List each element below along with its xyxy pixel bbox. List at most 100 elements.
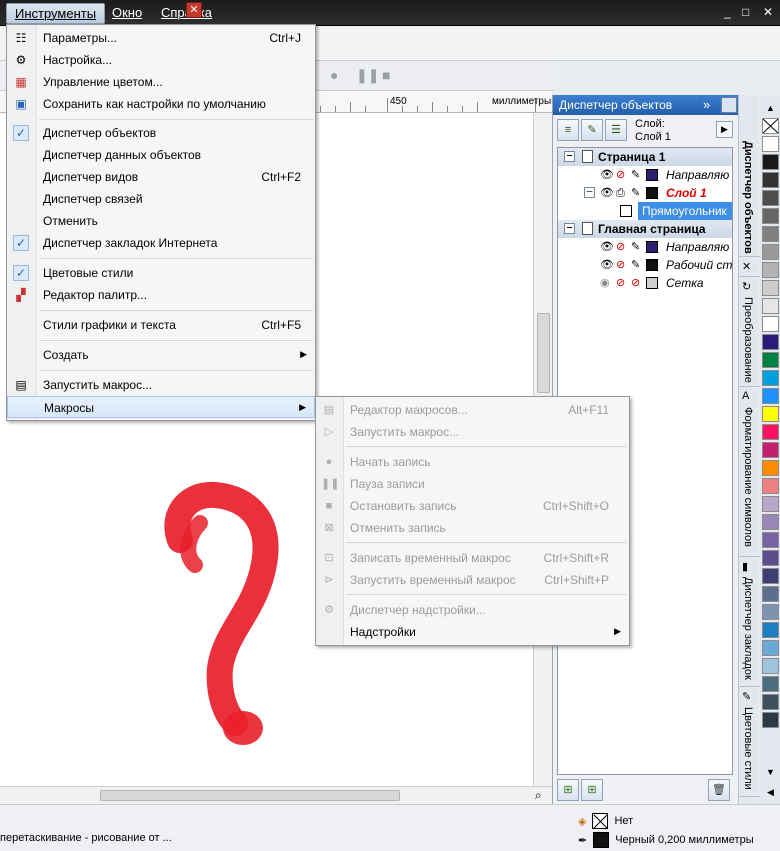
menu-item-addon-manager[interactable]: ⚙ Диспетчер надстройки...: [316, 599, 629, 621]
palette-swatch[interactable]: [762, 712, 779, 728]
palette-swatch[interactable]: [762, 622, 779, 638]
edit-across-layers-button[interactable]: ✎: [581, 119, 603, 141]
menu-item-color-styles[interactable]: ✓ Цветовые стили: [7, 262, 315, 284]
delete-icon[interactable]: 🗑: [708, 779, 730, 801]
tree-page[interactable]: – Страница 1: [558, 148, 732, 166]
menu-item-addons[interactable]: Надстройки ▶: [316, 621, 629, 643]
palette-swatch[interactable]: [762, 298, 779, 314]
menu-item-link-manager[interactable]: Диспетчер связей: [7, 188, 315, 210]
eye-icon[interactable]: 👁: [600, 239, 614, 255]
new-master-layer-button[interactable]: ⊞: [581, 779, 603, 801]
layer-color[interactable]: [646, 259, 658, 271]
palette-swatch[interactable]: [762, 334, 779, 350]
no-print-icon[interactable]: ⊘: [616, 257, 625, 273]
palette-swatch[interactable]: [762, 136, 779, 152]
palette-scroll-up-icon[interactable]: ▲: [762, 101, 779, 115]
layer-color[interactable]: [646, 169, 658, 181]
palette-swatch[interactable]: [762, 262, 779, 278]
menu-item-object-manager[interactable]: ✓ Диспетчер объектов: [7, 122, 315, 144]
palette-swatch[interactable]: [762, 478, 779, 494]
palette-swatch[interactable]: [762, 406, 779, 422]
tab-color-styles[interactable]: ✎ Цветовые стили: [739, 687, 760, 797]
menu-item-pause-recording[interactable]: ❚❚ Пауза записи: [316, 473, 629, 495]
tree-layer[interactable]: 👁 ⊘ ✎ Направляю: [558, 166, 732, 184]
menu-item-macro-editor[interactable]: ▤ Редактор макросов... Alt+F11: [316, 399, 629, 421]
scroll-thumb[interactable]: [537, 313, 550, 393]
palette-swatch[interactable]: [762, 352, 779, 368]
palette-scroll-down-icon[interactable]: ▼: [762, 765, 779, 779]
palette-swatch[interactable]: [762, 694, 779, 710]
menu-window[interactable]: Окно: [112, 5, 142, 20]
menu-item-run-macro[interactable]: ▤ Запустить макрос...: [7, 374, 315, 396]
palette-flyout-icon[interactable]: ◀: [762, 785, 779, 799]
tab-bookmark-manager[interactable]: ▮ Диспетчер закладок: [739, 557, 760, 687]
menu-item-cancel-recording[interactable]: ⊠ Отменить запись: [316, 517, 629, 539]
palette-swatch[interactable]: [762, 442, 779, 458]
palette-swatch[interactable]: [762, 658, 779, 674]
palette-swatch[interactable]: [762, 208, 779, 224]
palette-swatch[interactable]: [762, 244, 779, 260]
record-icon[interactable]: ●: [330, 67, 338, 83]
palette-swatch[interactable]: [762, 316, 779, 332]
pencil-icon[interactable]: ✎: [631, 257, 640, 273]
layer-color[interactable]: [646, 277, 658, 289]
menu-item-stop-recording[interactable]: ■ Остановить запись Ctrl+Shift+O: [316, 495, 629, 517]
menu-tools[interactable]: Инструменты: [6, 3, 106, 24]
collapse-toggle[interactable]: –: [564, 223, 575, 234]
palette-swatch[interactable]: [762, 640, 779, 656]
pencil-icon[interactable]: ✎: [631, 167, 640, 183]
tab-transform[interactable]: ↻ Преобразование: [739, 277, 760, 387]
menu-item-run-temp-macro[interactable]: ⊳ Запустить временный макрос Ctrl+Shift+P: [316, 569, 629, 591]
stop-icon[interactable]: ■: [382, 67, 390, 83]
menu-item-create[interactable]: Создать ▶: [7, 344, 315, 366]
tree-layer[interactable]: 👁 ⊘ ✎ Направляю: [558, 238, 732, 256]
palette-swatch[interactable]: [762, 154, 779, 170]
restore-button[interactable]: □: [742, 5, 749, 19]
menu-item-color-management[interactable]: ▦ Управление цветом...: [7, 71, 315, 93]
layer-color[interactable]: [646, 187, 658, 199]
no-print-icon[interactable]: ⊘: [616, 275, 625, 291]
menu-item-save-defaults[interactable]: ▣ Сохранить как настройки по умолчанию: [7, 93, 315, 115]
printer-icon[interactable]: ⎙: [616, 185, 625, 201]
menu-item-undo[interactable]: Отменить: [7, 210, 315, 232]
pencil-icon[interactable]: ✎: [631, 239, 640, 255]
menu-item-customize[interactable]: ⚙ Настройка...: [7, 49, 315, 71]
menu-item-palette-editor[interactable]: ▞ Редактор палитр...: [7, 284, 315, 306]
tree-layer[interactable]: 👁 ⊘ ✎ Рабочий ст: [558, 256, 732, 274]
new-layer-button[interactable]: ⊞: [557, 779, 579, 801]
hidden-eye-icon[interactable]: ◉: [600, 275, 610, 291]
layer-menu-arrow[interactable]: ▶: [716, 121, 733, 138]
palette-swatch[interactable]: [762, 514, 779, 530]
close-button[interactable]: ✕: [763, 5, 773, 19]
tree-layer-active[interactable]: – 👁 ⎙ ✎ Слой 1: [558, 184, 732, 202]
palette-swatch[interactable]: [762, 424, 779, 440]
palette-swatch[interactable]: [762, 388, 779, 404]
menu-item-record-temp-macro[interactable]: ⊡ Записать временный макрос Ctrl+Shift+R: [316, 547, 629, 569]
horizontal-scrollbar[interactable]: [0, 786, 552, 804]
close-icon[interactable]: ✕: [742, 260, 751, 273]
tab-object-manager[interactable]: Диспетчер объектов: [739, 117, 760, 257]
palette-swatch[interactable]: [762, 532, 779, 548]
tab-close[interactable]: ✕: [739, 257, 760, 277]
palette-swatch[interactable]: [762, 496, 779, 512]
tab-character-formatting[interactable]: A Форматирование символов: [739, 387, 760, 557]
palette-swatch[interactable]: [762, 586, 779, 602]
menu-item-object-data-manager[interactable]: Диспетчер данных объектов: [7, 144, 315, 166]
palette-swatch[interactable]: [762, 550, 779, 566]
layer-manager-view-button[interactable]: ☰: [605, 119, 627, 141]
tree-object[interactable]: Прямоугольник: [558, 202, 732, 220]
menu-item-internet-bookmark-manager[interactable]: ✓ Диспетчер закладок Интернета: [7, 232, 315, 254]
zoom-icon[interactable]: ⌕: [535, 788, 542, 803]
fill-indicator[interactable]: ◈ Нет: [578, 813, 633, 829]
no-print-icon[interactable]: ⊘: [616, 239, 625, 255]
tree-layer[interactable]: ◉ ⊘ ⊘ Сетка: [558, 274, 732, 292]
menu-item-view-manager[interactable]: Диспетчер видов Ctrl+F2: [7, 166, 315, 188]
menu-item-run-macro[interactable]: ▷ Запустить макрос...: [316, 421, 629, 443]
no-color-swatch[interactable]: [762, 118, 779, 134]
no-print-icon[interactable]: ⊘: [616, 167, 625, 183]
no-edit-icon[interactable]: ⊘: [631, 275, 640, 291]
pause-icon[interactable]: ❚❚: [356, 67, 379, 84]
eye-icon[interactable]: 👁: [600, 185, 614, 201]
palette-swatch[interactable]: [762, 676, 779, 692]
menu-item-graphic-text-styles[interactable]: Стили графики и текста Ctrl+F5: [7, 314, 315, 336]
